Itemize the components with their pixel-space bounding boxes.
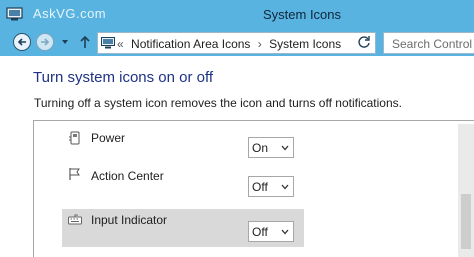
flag-icon: [69, 168, 80, 180]
list-item-power: Power On: [62, 125, 304, 163]
list-item-label: Power: [91, 131, 126, 145]
arrow-left-icon: [17, 38, 26, 46]
list-item-input-indicator[interactable]: Input Indicator Off: [62, 209, 304, 247]
power-icon: [69, 131, 80, 145]
breadcrumb-overflow[interactable]: «: [117, 37, 124, 51]
forward-button[interactable]: [36, 33, 54, 51]
vertical-scrollbar[interactable]: [458, 124, 474, 257]
chevron-down-icon: [281, 145, 289, 151]
breadcrumb-item-system-icons[interactable]: System Icons: [269, 37, 341, 51]
search-input[interactable]: Search Control Pan: [392, 37, 474, 51]
input-indicator-select[interactable]: Off: [248, 221, 294, 242]
chevron-down-icon: [281, 229, 289, 235]
recent-pages-chevron-icon[interactable]: [60, 37, 70, 47]
back-button[interactable]: [13, 33, 31, 51]
action-center-select[interactable]: Off: [248, 176, 294, 197]
content-area: Turn system icons on or off Turning off …: [0, 56, 474, 257]
breadcrumb-separator[interactable]: ›: [258, 37, 262, 51]
select-value: Off: [252, 180, 268, 194]
title-bar: AskVG.com System Icons: [0, 0, 474, 30]
scrollbar-thumb[interactable]: [461, 194, 471, 249]
list-item-action-center: Action Center Off: [62, 162, 304, 200]
keyboard-icon: [68, 214, 82, 225]
refresh-icon[interactable]: [357, 35, 371, 49]
list-item-label: Action Center: [91, 169, 164, 183]
arrow-right-icon: [41, 38, 50, 46]
search-box[interactable]: Search Control Pan: [383, 32, 474, 54]
control-panel-icon: [101, 37, 115, 49]
system-icons-list: Power On Action Center Off Input Indicat…: [33, 120, 474, 257]
up-arrow-icon[interactable]: [79, 35, 91, 49]
breadcrumb: « Notification Area Icons › System Icons: [117, 37, 345, 51]
select-value: On: [252, 141, 269, 155]
window-title: System Icons: [262, 7, 342, 22]
list-item-label: Input Indicator: [91, 213, 168, 227]
page-description: Turning off a system icon removes the ic…: [34, 96, 402, 110]
navigation-bar: « Notification Area Icons › System Icons…: [0, 30, 474, 56]
breadcrumb-item-notification-area-icons[interactable]: Notification Area Icons: [131, 37, 250, 51]
chevron-down-icon: [281, 184, 289, 190]
power-select[interactable]: On: [248, 137, 294, 158]
select-value: Off: [252, 225, 268, 239]
address-bar[interactable]: « Notification Area Icons › System Icons: [97, 32, 448, 54]
page-heading: Turn system icons on or off: [33, 69, 214, 86]
